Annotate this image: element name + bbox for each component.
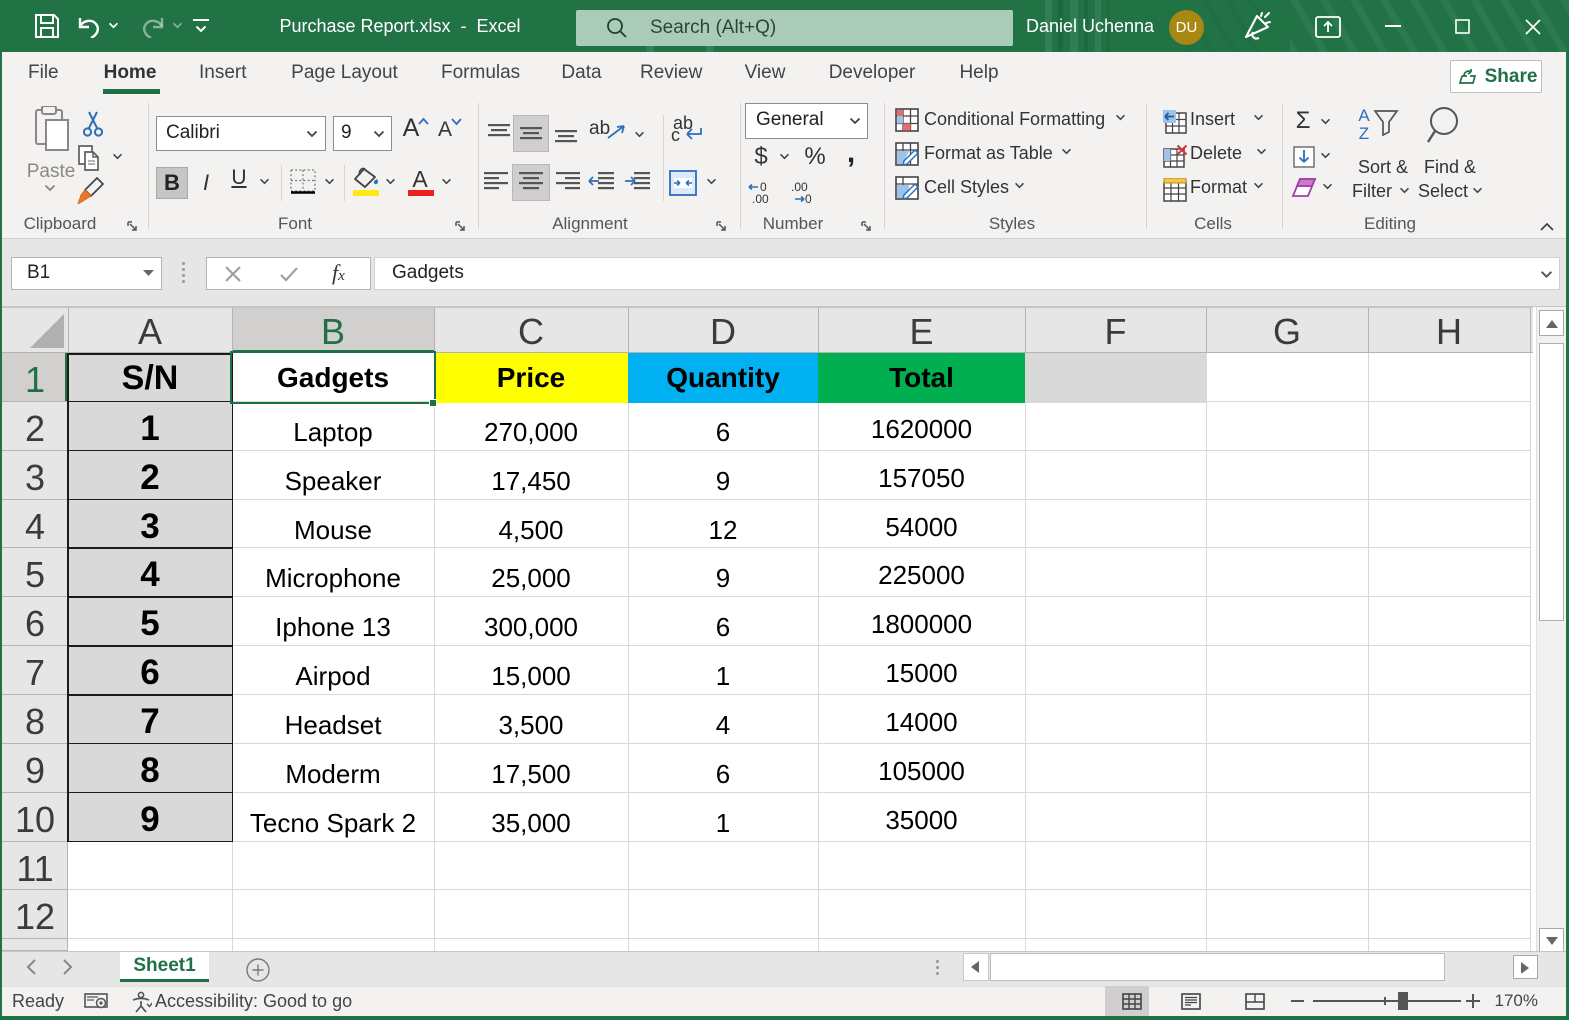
svg-text:0: 0 [805, 192, 812, 205]
svg-text:.00: .00 [752, 192, 769, 205]
